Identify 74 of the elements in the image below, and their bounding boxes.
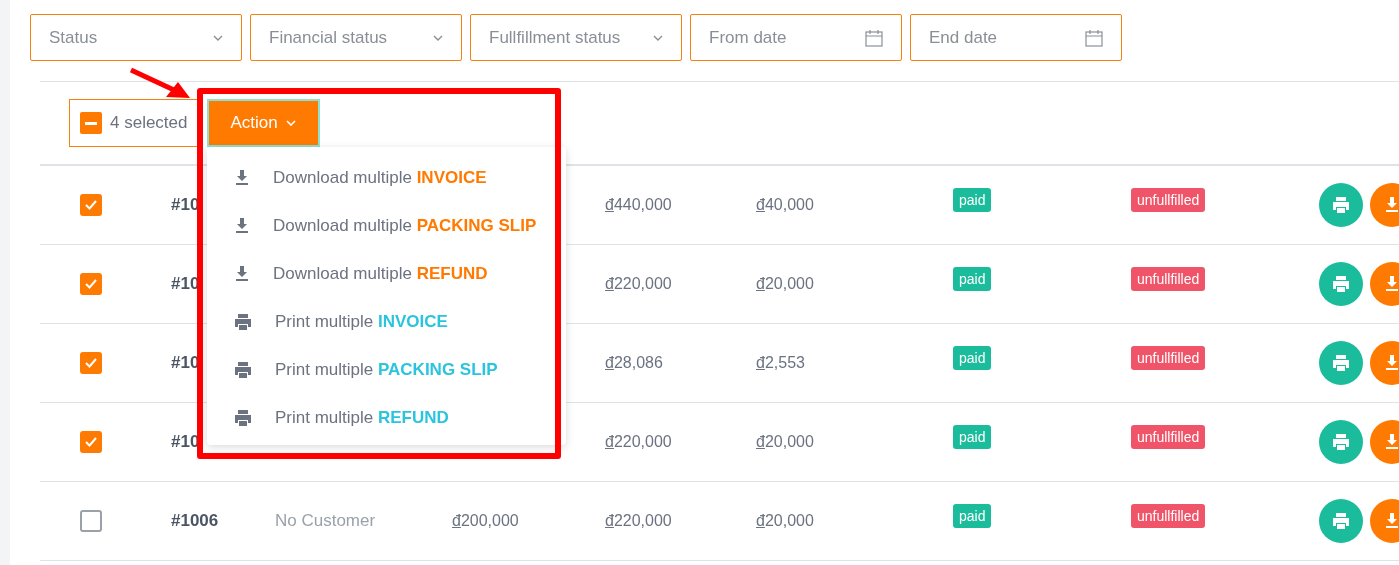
menu-item[interactable]: Print multiple PACKING SLIP bbox=[207, 346, 566, 394]
total-amount: đ440,000 bbox=[605, 196, 672, 213]
download-icon bbox=[1383, 275, 1399, 293]
menu-item[interactable]: Print multiple REFUND bbox=[207, 394, 566, 442]
download-icon bbox=[233, 169, 251, 187]
menu-item[interactable]: Download multiple REFUND bbox=[207, 250, 566, 298]
paid-badge: paid bbox=[953, 425, 992, 449]
subtotal-amount: đ200,000 bbox=[452, 512, 519, 529]
paid-badge: paid bbox=[953, 346, 992, 370]
order-number[interactable]: #1006 bbox=[171, 508, 219, 534]
chevron-down-icon bbox=[433, 34, 443, 41]
calendar-icon bbox=[865, 28, 883, 47]
menu-item[interactable]: Download multiple INVOICE bbox=[207, 154, 566, 202]
printer-icon bbox=[1331, 432, 1351, 452]
fulfillment-badge: unfullfilled bbox=[1131, 267, 1206, 291]
download-icon bbox=[1383, 433, 1399, 451]
check-icon bbox=[85, 358, 97, 368]
arrow-annotation bbox=[128, 66, 192, 100]
fulfillment-badge: unfullfilled bbox=[1131, 504, 1206, 528]
action-button[interactable]: Action bbox=[206, 99, 320, 147]
printer-icon bbox=[1331, 274, 1351, 294]
download-icon bbox=[1383, 196, 1399, 214]
check-icon bbox=[85, 437, 97, 447]
row-checkbox[interactable] bbox=[80, 352, 102, 374]
check-icon bbox=[85, 200, 97, 210]
row-checkbox[interactable] bbox=[80, 431, 102, 453]
shipping-amount: đ20,000 bbox=[756, 512, 814, 529]
paid-badge: paid bbox=[953, 188, 992, 212]
printer-icon bbox=[1331, 195, 1351, 215]
shipping-amount: đ40,000 bbox=[756, 196, 814, 213]
row-checkbox[interactable] bbox=[80, 273, 102, 295]
select-field[interactable]: Fullfillment status bbox=[470, 14, 682, 61]
paid-badge: paid bbox=[953, 267, 992, 291]
shipping-amount: đ20,000 bbox=[756, 275, 814, 292]
fulfillment-badge: unfullfilled bbox=[1131, 188, 1206, 212]
customer-name: No Customer bbox=[275, 510, 376, 533]
chevron-down-icon bbox=[285, 120, 296, 126]
selected-count: 4 selected bbox=[110, 112, 188, 135]
print-button[interactable] bbox=[1319, 499, 1363, 543]
printer-icon bbox=[233, 408, 253, 428]
calendar-icon bbox=[1085, 28, 1103, 47]
printer-icon bbox=[1331, 353, 1351, 373]
printer-icon bbox=[233, 360, 253, 380]
print-button[interactable] bbox=[1319, 183, 1363, 227]
shipping-amount: đ2,553 bbox=[756, 354, 805, 371]
download-icon bbox=[233, 217, 251, 235]
print-button[interactable] bbox=[1319, 420, 1363, 464]
paid-badge: paid bbox=[953, 504, 992, 528]
shipping-amount: đ20,000 bbox=[756, 433, 814, 450]
print-button[interactable] bbox=[1319, 262, 1363, 306]
download-icon bbox=[1383, 354, 1399, 372]
chevron-down-icon bbox=[213, 34, 223, 41]
date-field[interactable]: End date bbox=[910, 14, 1122, 61]
menu-item[interactable]: Print multiple INVOICE bbox=[207, 298, 566, 346]
menu-item[interactable]: Download multiple PACKING SLIP bbox=[207, 202, 566, 250]
fulfillment-badge: unfullfilled bbox=[1131, 425, 1206, 449]
row-checkbox[interactable] bbox=[80, 510, 102, 532]
download-icon bbox=[233, 265, 251, 283]
total-amount: đ220,000 bbox=[605, 433, 672, 450]
download-icon bbox=[1383, 512, 1399, 530]
printer-icon bbox=[1331, 511, 1351, 531]
total-amount: đ28,086 bbox=[605, 354, 663, 371]
fulfillment-badge: unfullfilled bbox=[1131, 346, 1206, 370]
print-button[interactable] bbox=[1319, 341, 1363, 385]
chevron-down-icon bbox=[653, 34, 663, 41]
select-field[interactable]: Status bbox=[30, 14, 242, 61]
select-field[interactable]: Financial status bbox=[250, 14, 462, 61]
date-field[interactable]: From date bbox=[690, 14, 902, 61]
total-amount: đ220,000 bbox=[605, 512, 672, 529]
row-checkbox[interactable] bbox=[80, 194, 102, 216]
select-all-checkbox[interactable] bbox=[80, 112, 102, 134]
printer-icon bbox=[233, 312, 253, 332]
check-icon bbox=[85, 279, 97, 289]
total-amount: đ220,000 bbox=[605, 275, 672, 292]
